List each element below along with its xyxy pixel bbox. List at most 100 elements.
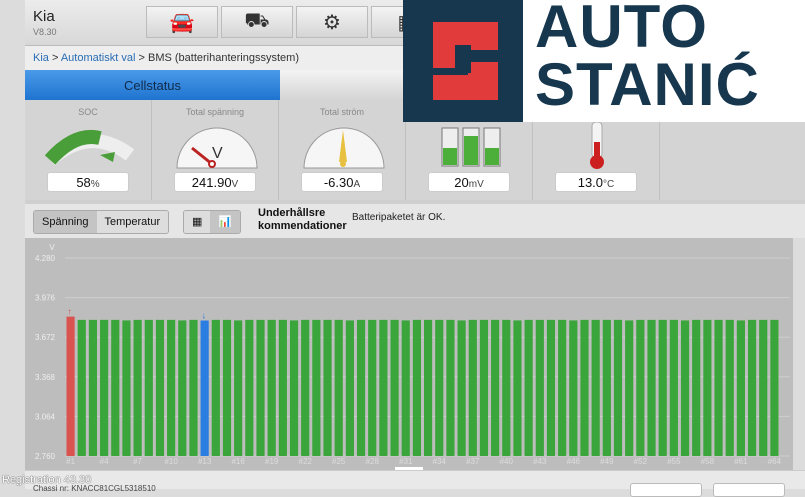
bar-cell-64 <box>770 319 779 456</box>
bar-cell-18 <box>256 319 265 456</box>
x-tick-label: #46 <box>567 457 581 466</box>
x-tick-label: #22 <box>299 457 313 466</box>
x-tick-label: #34 <box>433 457 447 466</box>
bar-cell-21 <box>289 320 299 456</box>
bar-cell-9 <box>155 319 165 456</box>
ammeter-icon <box>303 127 385 169</box>
bar-cell-24 <box>323 319 332 456</box>
x-tick-label: #61 <box>734 457 748 466</box>
gauge-value: 58% <box>47 172 129 192</box>
x-tick-label: #43 <box>533 457 547 466</box>
bar-cell-15 <box>222 319 232 456</box>
y-axis-label: V <box>49 243 55 252</box>
footer-button-1[interactable] <box>630 483 702 497</box>
temperature-toggle[interactable]: Temperatur <box>96 211 169 233</box>
x-tick-label: #64 <box>768 457 782 466</box>
chart-controls: Spänning Temperatur ▦ 📊 Underhållsre kom… <box>25 200 805 238</box>
x-tick-label: #4 <box>100 457 109 466</box>
logo-text: AUTO STANIĆ <box>535 0 760 118</box>
bar-cell-25 <box>334 319 343 456</box>
bar-cell-39 <box>491 319 500 456</box>
mode-toggle: Spänning Temperatur <box>33 210 170 234</box>
bar-cell-13 <box>200 320 209 456</box>
bar-cell-49 <box>602 319 611 456</box>
bar-cell-20 <box>278 319 287 456</box>
bar-cell-38 <box>479 319 489 456</box>
y-tick-label: 3.976 <box>35 294 56 303</box>
y-tick-label: 3.672 <box>35 333 56 342</box>
gauge-title: SOC <box>78 107 98 117</box>
bar-cell-40 <box>502 319 511 456</box>
tab-cellstatus[interactable]: Cellstatus <box>25 70 280 100</box>
bar-cell-37 <box>468 319 477 456</box>
bar-cell-60 <box>725 319 734 456</box>
bar-cell-51 <box>625 320 634 456</box>
y-tick-label: 4.280 <box>35 254 56 263</box>
y-tick-label: 3.368 <box>35 373 56 382</box>
bar-cell-63 <box>759 319 768 456</box>
logo-mark-icon <box>403 0 523 122</box>
x-tick-label: #31 <box>399 457 413 466</box>
bar-cell-23 <box>312 319 321 456</box>
gauge-title: Total spänning <box>185 107 245 117</box>
breadcrumb-auto[interactable]: Automatiskt val <box>61 52 136 64</box>
bar-cell-28 <box>368 319 377 456</box>
bar-cell-6 <box>122 320 131 456</box>
bar-cell-29 <box>379 319 388 456</box>
bar-cell-30 <box>390 319 399 456</box>
x-tick-label: #16 <box>231 457 245 466</box>
bar-cell-10 <box>167 319 176 456</box>
bar-cell-55 <box>669 319 678 456</box>
bar-cell-12 <box>189 319 198 456</box>
bar-cell-50 <box>613 319 623 456</box>
bar-cell-34 <box>435 319 444 456</box>
bar-cell-7 <box>133 319 142 456</box>
car-lift-icon: ⛟ <box>244 9 270 32</box>
min-arrow-icon: ↓ <box>202 311 207 321</box>
bar-cell-48 <box>591 319 600 456</box>
footer-button-2[interactable] <box>713 483 785 497</box>
bar-cell-42 <box>524 319 533 456</box>
bar-cell-36 <box>457 320 466 456</box>
gear-icon: ⚙ <box>323 11 341 34</box>
gauge-value: 20mV <box>428 172 510 192</box>
bar-chart-view-icon[interactable]: 📊 <box>210 211 241 233</box>
bar-cell-33 <box>424 319 433 456</box>
bar-cell-19 <box>267 319 276 456</box>
car-cloud-button[interactable]: 🚘 <box>146 6 218 38</box>
bar-cell-46 <box>569 320 578 456</box>
bar-cell-54 <box>658 319 667 456</box>
car-lift-button[interactable]: ⛟ <box>221 6 293 38</box>
bar-cell-43 <box>535 319 544 456</box>
bar-cell-3 <box>88 319 98 456</box>
grid-view-icon[interactable]: ▦ <box>184 211 211 233</box>
maintenance-title: Underhållsre kommendationer <box>258 207 347 232</box>
bar-cell-22 <box>301 319 310 456</box>
max-arrow-icon: ↑ <box>68 307 73 317</box>
breadcrumb-kia[interactable]: Kia <box>33 52 49 64</box>
bar-cell-17 <box>245 319 254 456</box>
breadcrumb-sep: > <box>48 52 61 64</box>
y-tick-label: 2.760 <box>35 452 56 461</box>
bar-cell-27 <box>356 319 366 456</box>
gauge-value: 13.0°C <box>555 172 637 192</box>
bar-cell-4 <box>100 319 109 456</box>
x-tick-label: #25 <box>332 457 346 466</box>
x-tick-label: #13 <box>198 457 212 466</box>
car-cloud-icon: 🚘 <box>169 11 195 34</box>
thermometer-icon <box>590 121 604 169</box>
x-tick-label: #58 <box>701 457 715 466</box>
bar-cell-52 <box>636 319 645 456</box>
x-tick-label: #37 <box>466 457 480 466</box>
bar-cell-16 <box>234 320 243 456</box>
voltage-toggle[interactable]: Spänning <box>34 211 97 233</box>
voltage-gauge: Total spänning V 241.90V <box>152 100 279 200</box>
bar-cell-35 <box>446 319 455 456</box>
x-tick-label: #7 <box>133 457 142 466</box>
app-name: Kia <box>33 8 55 25</box>
gauge-title: Total ström <box>319 107 364 117</box>
bar-cell-56 <box>680 320 690 456</box>
app-version: V8.30 <box>33 27 57 37</box>
bar-cell-58 <box>703 319 712 456</box>
settings-button[interactable]: ⚙ <box>296 6 368 38</box>
